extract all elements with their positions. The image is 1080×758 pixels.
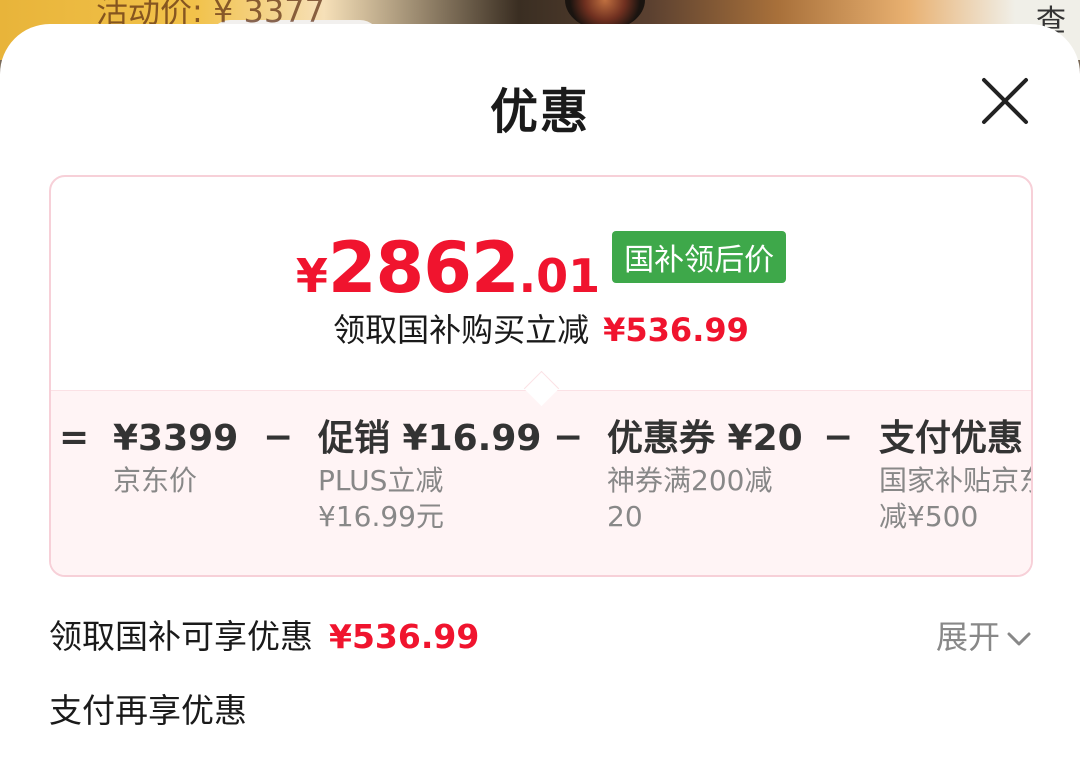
subsidy-discount-row: 领取国补可享优惠 ¥536.99: [49, 610, 479, 658]
breakdown-value: 优惠券 ¥20: [607, 418, 803, 459]
payment-discount-row[interactable]: 支付再享优惠: [49, 684, 247, 732]
subsidy-discount-label: 领取国补可享优惠: [49, 617, 313, 656]
breakdown-desc: 20: [607, 500, 643, 533]
breakdown-item-coupon: 优惠券 ¥20 神券满200减 20: [607, 419, 803, 535]
subtitle-text: 领取国补购买立减: [333, 311, 590, 349]
breakdown-item-promotion: 促销 ¥16.99 PLUS立减 ¥16.99元: [318, 419, 541, 535]
discount-sheet: 优惠 ¥2862.01 国补领后价 领取国补购买立减 ¥536.99 = ¥3399…: [0, 24, 1080, 758]
sheet-title: 优惠: [489, 84, 590, 140]
minus-operator: −: [823, 417, 854, 458]
price-card: ¥2862.01 国补领后价 领取国补购买立减 ¥536.99 = ¥3399 京东…: [49, 175, 1033, 577]
price-breakdown[interactable]: = ¥3399 京东价 − 促销 ¥16.99 PLUS立减 ¥16.99元 −…: [51, 407, 1031, 567]
equals-operator: =: [59, 417, 90, 458]
minus-operator: −: [263, 417, 294, 458]
breakdown-desc: ¥16.99元: [318, 500, 444, 533]
price-decimal: .01: [518, 249, 601, 303]
final-price: ¥2862.01 国补领后价: [51, 227, 1031, 309]
breakdown-desc: 神券满200减: [607, 464, 773, 497]
expand-button[interactable]: 展开: [936, 612, 1032, 658]
breakdown-value: 促销 ¥16.99: [318, 418, 542, 459]
breakdown-desc: PLUS立减: [318, 464, 444, 497]
expand-label[interactable]: 展开: [936, 618, 1000, 656]
breakdown-item-payment: 支付优惠 ¥ 国家补贴京东 减¥500: [879, 419, 1031, 535]
breakdown-value: 支付优惠 ¥: [879, 418, 1031, 459]
breakdown-value: ¥3399: [113, 418, 239, 459]
subsidy-price-tag: 国补领后价: [612, 231, 787, 283]
minus-operator: −: [553, 417, 584, 458]
subsidy-discount-amount: ¥536.99: [329, 617, 480, 656]
breakdown-desc: 国家补贴京东: [879, 464, 1031, 497]
close-button[interactable]: [976, 72, 1034, 130]
chevron-down-icon[interactable]: [1006, 630, 1032, 648]
breakdown-desc: 减¥500: [879, 500, 979, 533]
subsidy-subtitle: 领取国补购买立减 ¥536.99: [51, 305, 1031, 351]
close-icon[interactable]: [976, 72, 1034, 130]
currency-symbol: ¥: [295, 249, 328, 303]
breakdown-item-jd-price: ¥3399 京东价: [113, 419, 238, 499]
price-integer: 2862: [327, 227, 520, 309]
subtitle-amount: ¥536.99: [603, 311, 749, 349]
breakdown-desc: 京东价: [113, 464, 198, 497]
